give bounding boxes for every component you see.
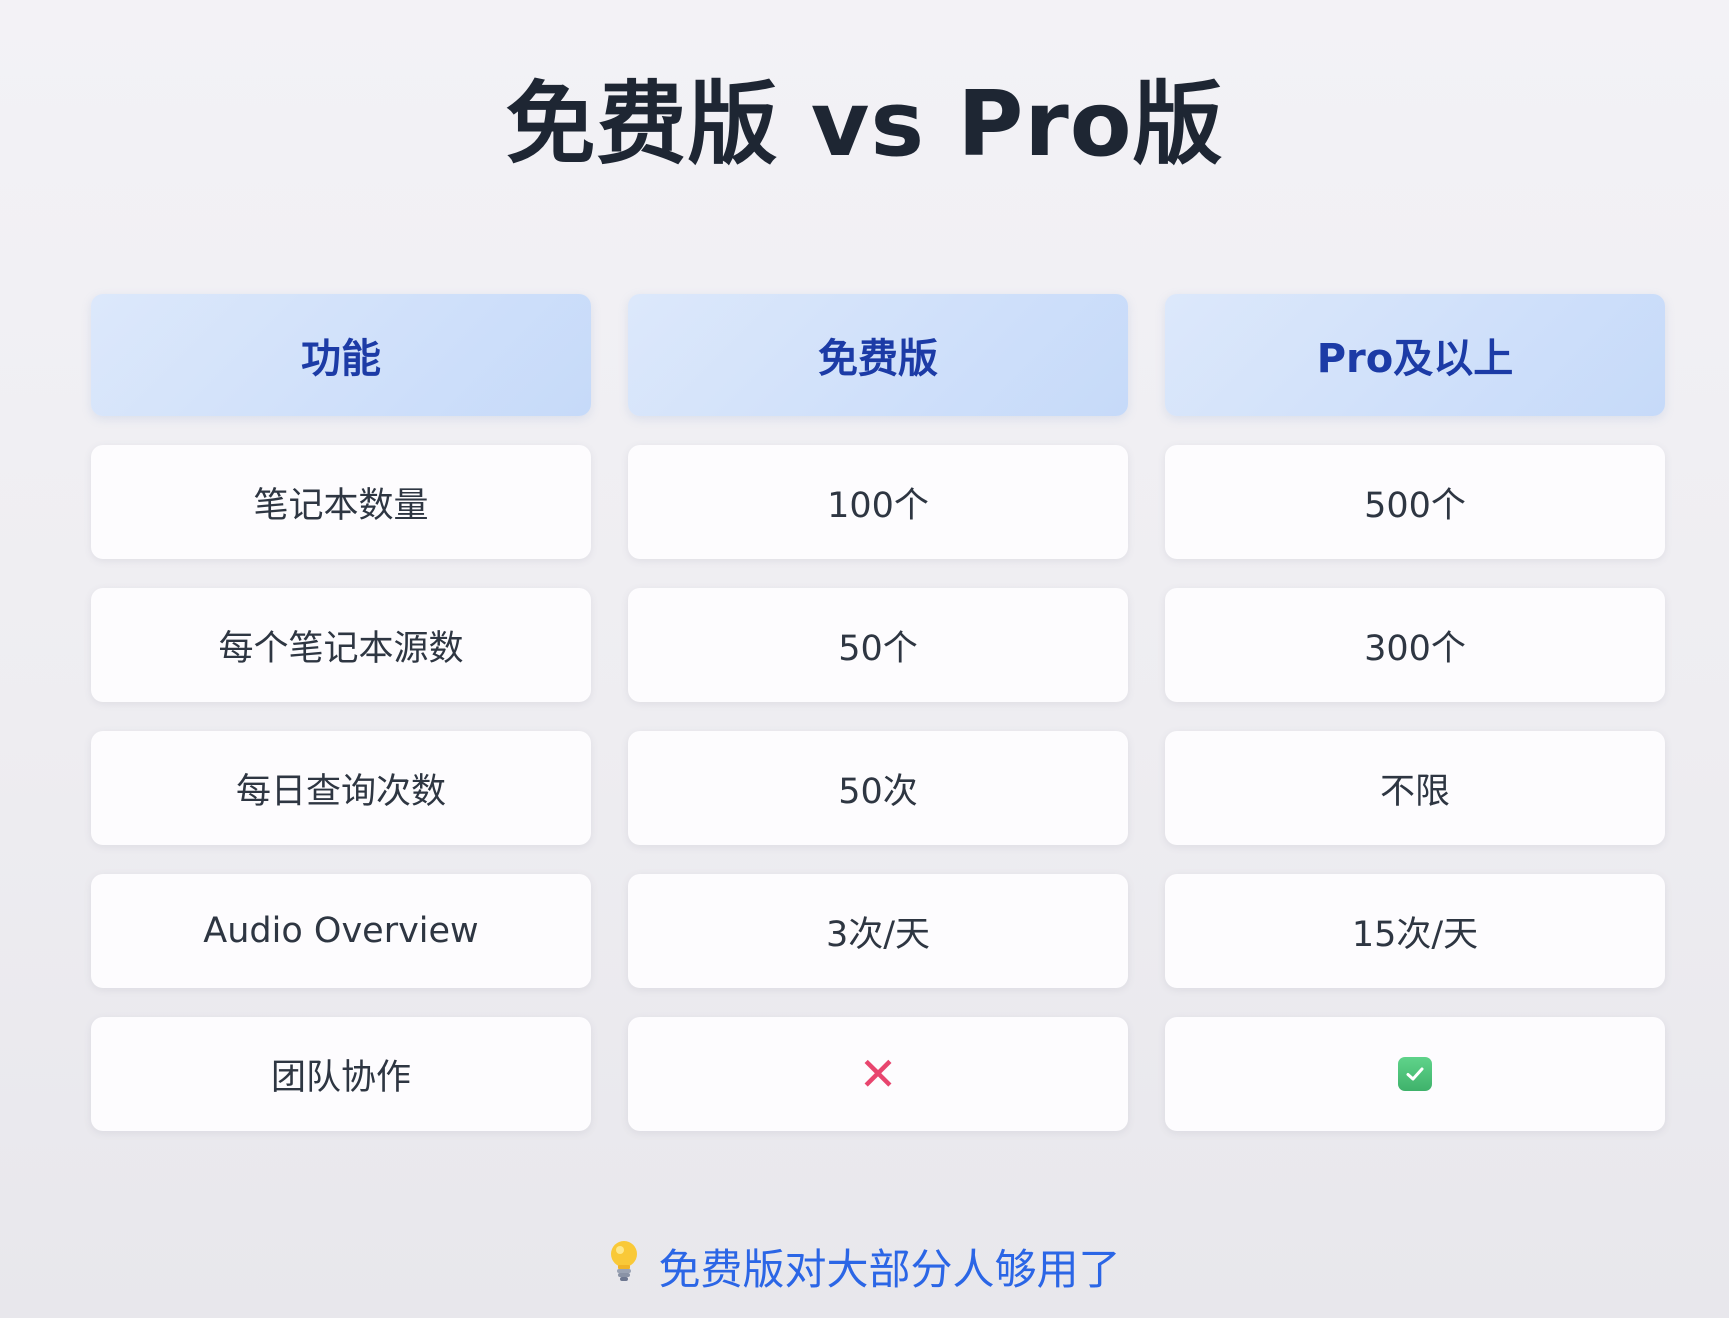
free-notebook-count: 100个 — [628, 445, 1128, 559]
header-feature: 功能 — [91, 294, 591, 416]
comparison-table: 功能 免费版 Pro及以上 笔记本数量 100个 500个 每个笔记本源数 50… — [91, 294, 1665, 1131]
header-pro: Pro及以上 — [1165, 294, 1665, 416]
free-sources-per-notebook: 50个 — [628, 588, 1128, 702]
cross-mark-icon: ✕ — [858, 1047, 898, 1101]
lightbulb-icon — [608, 1239, 640, 1293]
pro-notebook-count: 500个 — [1165, 445, 1665, 559]
feature-sources-per-notebook: 每个笔记本源数 — [91, 588, 591, 702]
free-team-collab: ✕ — [628, 1017, 1128, 1131]
pro-sources-per-notebook: 300个 — [1165, 588, 1665, 702]
check-mark-icon — [1398, 1057, 1432, 1091]
feature-team-collab: 团队协作 — [91, 1017, 591, 1131]
footer-note: 免费版对大部分人够用了 — [0, 1236, 1729, 1296]
free-audio-overview: 3次/天 — [628, 874, 1128, 988]
footer-text: 免费版对大部分人够用了 — [658, 1244, 1121, 1294]
page-title: 免费版 vs Pro版 — [505, 72, 1224, 177]
feature-daily-queries: 每日查询次数 — [91, 731, 591, 845]
feature-notebook-count: 笔记本数量 — [91, 445, 591, 559]
free-daily-queries: 50次 — [628, 731, 1128, 845]
pro-audio-overview: 15次/天 — [1165, 874, 1665, 988]
pro-daily-queries: 不限 — [1165, 731, 1665, 845]
feature-audio-overview: Audio Overview — [91, 874, 591, 988]
pro-team-collab — [1165, 1017, 1665, 1131]
header-free: 免费版 — [628, 294, 1128, 416]
